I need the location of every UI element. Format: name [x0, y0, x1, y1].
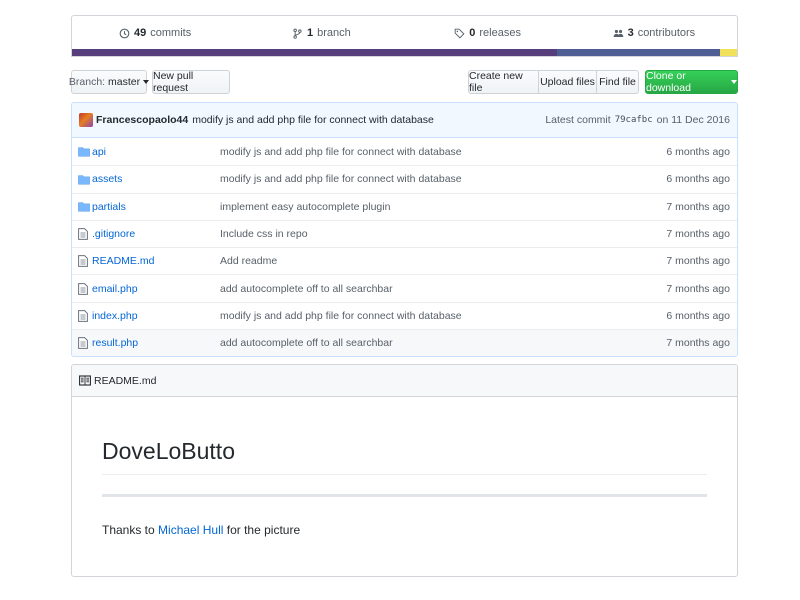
file-commit-message-link[interactable]: modify js and add php file for connect w… — [220, 310, 462, 322]
contributors-count: 3 — [627, 27, 634, 39]
commits-label: commits — [150, 27, 192, 39]
repo-summary: 49 commits 1 branch 0 releases 3 contrib… — [71, 15, 738, 57]
branches-link[interactable]: 1 branch — [238, 27, 404, 39]
language-bar-segment[interactable] — [557, 49, 721, 56]
file-commit-message-link[interactable]: modify js and add php file for connect w… — [220, 146, 462, 158]
find-file-button[interactable]: Find file — [596, 70, 639, 94]
upload-files-label: Upload files — [540, 76, 595, 88]
latest-commit-prefix: Latest commit — [545, 114, 611, 126]
file-icon — [78, 228, 90, 240]
commit-message-link[interactable]: modify js and add php file for connect w… — [192, 114, 434, 126]
new-pull-request-label: New pull request — [153, 70, 194, 94]
file-row: result.php add autocomplete off to all se… — [72, 329, 737, 357]
readme-box: README.md DoveLoButto Thanks to Michael … — [71, 364, 738, 577]
history-icon — [119, 28, 130, 38]
file-age: 7 months ago — [666, 200, 730, 213]
latest-commit-bar: Francescopaolo44 modify js and add php f… — [72, 103, 737, 138]
clone-or-download-button[interactable]: Clone or download — [645, 70, 738, 94]
file-row: partials implement easy autocomplete plug… — [72, 192, 737, 220]
latest-commit-meta: Latest commit 79cafbc on 11 Dec 2016 — [545, 114, 730, 126]
new-pull-request-button[interactable]: New pull request — [152, 70, 230, 94]
file-commit-message-link[interactable]: add autocomplete off to all searchbar — [220, 337, 393, 349]
file-row: index.php modify js and add php file for … — [72, 301, 737, 329]
file-commit-message-link[interactable]: modify js and add php file for connect w… — [220, 173, 462, 185]
language-bar-segment[interactable] — [720, 49, 737, 56]
commit-author-link[interactable]: Francescopaolo44 — [96, 114, 188, 126]
file-row: email.php add autocomplete off to all sea… — [72, 274, 737, 301]
readme-header: README.md — [72, 365, 737, 397]
file-icon — [78, 337, 90, 350]
language-bar-segment[interactable] — [72, 49, 558, 56]
file-age: 7 months ago — [666, 282, 730, 295]
folder-icon — [78, 173, 90, 185]
readme-title: DoveLoButto — [102, 438, 707, 476]
file-name-link[interactable]: result.php — [92, 337, 220, 349]
people-icon — [613, 29, 623, 37]
folder-icon — [78, 201, 90, 213]
upload-files-button[interactable]: Upload files — [538, 70, 597, 94]
michael-hull-link[interactable]: Michael Hull — [158, 523, 223, 537]
book-icon — [79, 375, 91, 386]
releases-link[interactable]: 0 releases — [405, 27, 571, 39]
contributors-link[interactable]: 3 contributors — [571, 27, 737, 39]
releases-label: releases — [479, 27, 521, 39]
readme-text-after: for the picture — [226, 523, 301, 538]
tag-icon — [454, 28, 465, 38]
language-bar[interactable] — [72, 49, 737, 56]
file-name-link[interactable]: email.php — [92, 283, 220, 295]
branch-prefix: Branch: — [68, 76, 106, 88]
commits-link[interactable]: 49 commits — [72, 27, 238, 39]
file-commit-message-link[interactable]: implement easy autocomplete plugin — [220, 201, 390, 213]
file-row: api modify js and add php file for connec… — [72, 138, 737, 165]
file-icon — [78, 282, 90, 295]
branches-label: branch — [317, 27, 351, 39]
commits-count: 49 — [134, 27, 147, 39]
file-name-link[interactable]: api — [92, 146, 220, 158]
find-file-label: Find file — [599, 76, 636, 88]
create-new-file-label: Create new file — [469, 70, 523, 94]
clone-or-download-label: Clone or download — [646, 70, 691, 94]
file-commit-message-link[interactable]: Add readme — [220, 255, 277, 267]
file-icon — [78, 310, 90, 322]
latest-commit-date: on 11 Dec 2016 — [656, 114, 730, 126]
file-age: 7 months ago — [666, 228, 730, 241]
file-age: 7 months ago — [666, 337, 730, 350]
file-name-link[interactable]: index.php — [92, 310, 220, 322]
branches-count: 1 — [306, 27, 314, 39]
commit-sha-link[interactable]: 79cafbc — [615, 115, 653, 125]
file-age: 6 months ago — [666, 145, 730, 158]
avatar[interactable] — [79, 113, 93, 127]
file-age: 6 months ago — [666, 309, 730, 322]
branch-value: master — [108, 76, 141, 88]
folder-icon — [78, 146, 90, 158]
readme-content: DoveLoButto Thanks to Michael Hull for t… — [72, 438, 737, 537]
file-age: 7 months ago — [666, 255, 730, 268]
create-new-file-button[interactable]: Create new file — [468, 70, 539, 94]
file-age: 6 months ago — [666, 173, 730, 186]
file-name-link[interactable]: README.md — [92, 255, 220, 267]
chevron-down-icon — [143, 80, 150, 84]
chevron-down-icon — [731, 80, 737, 84]
file-navigation-table: Francescopaolo44 modify js and add php f… — [71, 102, 738, 358]
file-commit-message-link[interactable]: Include css in repo — [220, 228, 308, 240]
contributors-label: contributors — [637, 27, 696, 39]
file-row: assets modify js and add php file for con… — [72, 165, 737, 192]
file-name-link[interactable]: partials — [92, 201, 220, 213]
file-row: README.md Add readme 7 months ago — [72, 247, 737, 274]
readme-header-label: README.md — [94, 374, 157, 387]
releases-count: 0 — [469, 27, 476, 39]
readme-paragraph: Thanks to Michael Hull for the picture — [102, 523, 707, 537]
readme-divider — [102, 494, 707, 498]
file-list: api modify js and add php file for connec… — [72, 138, 737, 357]
file-name-link[interactable]: .gitignore — [92, 228, 220, 240]
branch-select-button[interactable]: Branch: master — [68, 70, 150, 94]
file-icon — [78, 255, 90, 268]
file-actions-group: Create new file Upload files Find file — [468, 70, 639, 94]
branch-icon — [293, 28, 302, 39]
file-name-link[interactable]: assets — [92, 173, 220, 185]
readme-text-before: Thanks to — [102, 523, 155, 538]
file-commit-message-link[interactable]: add autocomplete off to all searchbar — [220, 283, 393, 295]
file-row: .gitignore Include css in repo 7 months ag… — [72, 219, 737, 247]
